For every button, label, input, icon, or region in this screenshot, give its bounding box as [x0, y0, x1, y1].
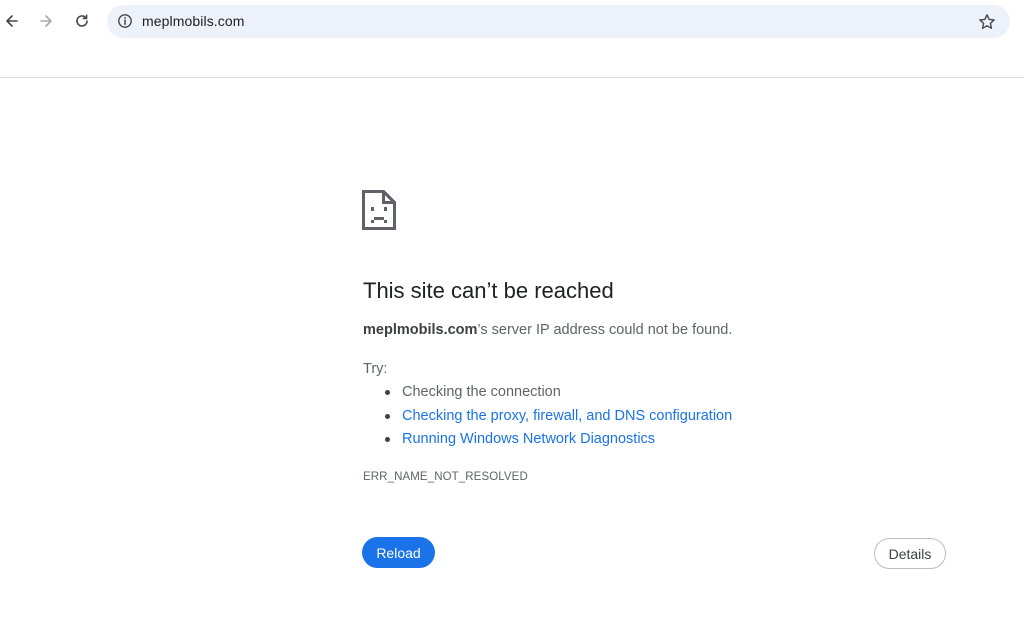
back-arrow-icon — [6, 15, 18, 27]
sad-document-icon — [362, 190, 396, 230]
suggestion-network-diagnostics: Running Windows Network Diagnostics — [363, 429, 732, 453]
suggestion-check-proxy-firewall-dns: Checking the proxy, firewall, and DNS co… — [363, 406, 732, 430]
star-icon — [979, 14, 995, 29]
error-domain: meplmobils.com — [363, 322, 478, 338]
back-button[interactable] — [0, 7, 26, 35]
suggestion-label: Checking the connection — [402, 384, 561, 400]
error-code: ERR_NAME_NOT_RESOLVED — [363, 471, 528, 483]
suggestions-list: Checking the connection Checking the pro… — [363, 382, 732, 453]
toolbar-divider — [0, 77, 1024, 78]
error-summary-text: ’s server IP address could not be found. — [477, 322, 733, 338]
address-bar[interactable]: meplmobils.com — [107, 5, 1010, 38]
reload-button[interactable]: Reload — [362, 537, 435, 568]
network-diagnostics-link[interactable]: Running Windows Network Diagnostics — [402, 431, 655, 447]
suggestion-check-connection: Checking the connection — [363, 382, 732, 406]
error-summary: meplmobils.com’s server IP address could… — [363, 322, 732, 338]
forward-button[interactable] — [32, 7, 60, 35]
forward-arrow-icon — [40, 15, 52, 27]
info-icon — [118, 14, 132, 28]
browser-toolbar: meplmobils.com — [0, 0, 1024, 42]
site-info-button[interactable] — [113, 9, 137, 33]
reload-icon — [76, 14, 88, 27]
proxy-firewall-dns-link[interactable]: Checking the proxy, firewall, and DNS co… — [402, 408, 732, 424]
bookmark-button[interactable] — [976, 11, 998, 33]
details-button[interactable]: Details — [874, 538, 946, 569]
error-title: This site can’t be reached — [363, 278, 614, 303]
try-label: Try: — [363, 361, 388, 377]
reload-page-button[interactable] — [68, 7, 96, 35]
url-text[interactable]: meplmobils.com — [142, 13, 245, 29]
